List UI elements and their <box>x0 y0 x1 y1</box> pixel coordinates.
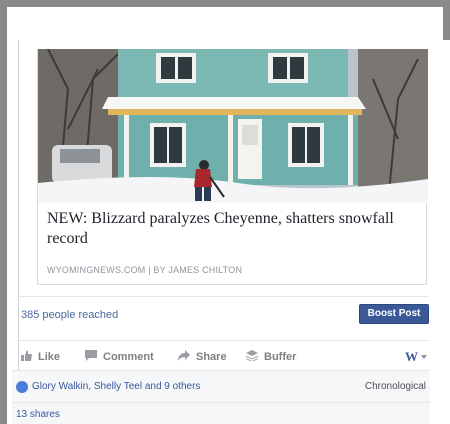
comment-order-dropdown[interactable]: Chronological <box>365 381 426 392</box>
shares-count-link[interactable]: 13 shares <box>16 409 60 420</box>
comment-icon <box>85 350 97 364</box>
chevron-down-icon <box>421 355 427 359</box>
link-preview-image[interactable] <box>38 49 428 203</box>
share-button[interactable]: Share <box>178 350 227 364</box>
like-label: Like <box>38 351 61 363</box>
post-card: NEW: Blizzard paralyzes Cheyenne, shatte… <box>12 40 450 424</box>
like-button[interactable]: Like <box>21 350 60 364</box>
page-brand-icon: W <box>405 349 418 364</box>
buffer-button[interactable]: Buffer <box>246 350 296 364</box>
insights-row: 385 people reached Boost Post <box>19 296 429 332</box>
thumbs-up-icon <box>21 350 32 364</box>
like-reaction-icon <box>16 381 28 393</box>
page-selector-dropdown[interactable]: W <box>405 349 427 365</box>
link-preview[interactable]: NEW: Blizzard paralyzes Cheyenne, shatte… <box>37 49 428 285</box>
post-action-bar: Like Comment Share Buffer W <box>19 340 429 368</box>
share-label: Share <box>196 351 227 363</box>
comment-button[interactable]: Comment <box>85 350 154 364</box>
buffer-label: Buffer <box>264 351 297 363</box>
comment-label: Comment <box>103 351 154 363</box>
share-arrow-icon <box>178 350 190 364</box>
link-preview-source: WYOMINGNEWS.COM | BY JAMES CHILTON <box>47 265 243 275</box>
shares-row: 13 shares <box>12 402 430 424</box>
people-reached-link[interactable]: 385 people reached <box>21 309 118 321</box>
buffer-stack-icon <box>246 350 258 364</box>
link-preview-headline[interactable]: NEW: Blizzard paralyzes Cheyenne, shatte… <box>47 209 419 249</box>
reactions-row: Glory Walkin, Shelly Teel and 9 others C… <box>12 370 430 402</box>
boost-post-button[interactable]: Boost Post <box>359 304 429 324</box>
reaction-names-link[interactable]: Glory Walkin, Shelly Teel and 9 others <box>32 381 200 392</box>
